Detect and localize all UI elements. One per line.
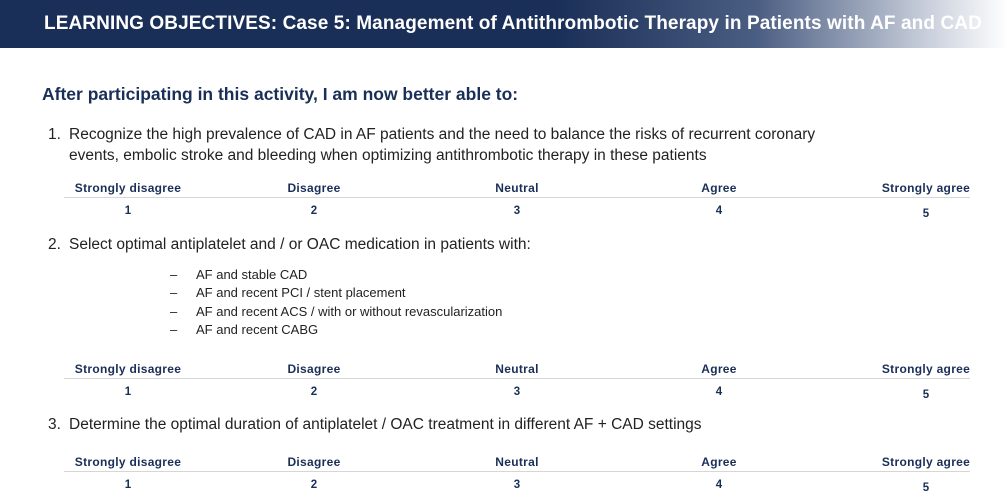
patient-setting-list: – AF and stable CAD – AF and recent PCI / … bbox=[170, 265, 502, 339]
objective-1: 1. Recognize the high prevalence of CAD … bbox=[48, 124, 869, 166]
objective-text: Select optimal antiplatelet and / or OAC… bbox=[69, 236, 531, 253]
rating-option-neutral[interactable]: Neutral bbox=[495, 181, 538, 195]
title-banner: LEARNING OBJECTIVES: Case 5: Management … bbox=[0, 0, 1008, 48]
rating-option-disagree[interactable]: Disagree bbox=[287, 181, 340, 195]
rating-value-4[interactable]: 4 bbox=[716, 479, 722, 491]
objective-text: Recognize the high prevalence of CAD in … bbox=[69, 126, 816, 164]
list-item: – AF and recent PCI / stent placement bbox=[170, 285, 406, 301]
rating-option-strongly-agree[interactable]: Strongly agree bbox=[882, 455, 970, 469]
rating-value-3[interactable]: 3 bbox=[514, 386, 520, 398]
rating-value-5[interactable]: 5 bbox=[923, 482, 929, 494]
rating-value-1[interactable]: 1 bbox=[125, 386, 131, 398]
rating-option-disagree[interactable]: Disagree bbox=[287, 362, 340, 376]
list-item: – AF and recent CABG bbox=[170, 322, 319, 338]
scale-divider bbox=[64, 378, 970, 379]
rating-option-disagree[interactable]: Disagree bbox=[287, 455, 340, 469]
rating-value-1[interactable]: 1 bbox=[125, 479, 131, 491]
rating-value-3[interactable]: 3 bbox=[514, 479, 520, 491]
rating-value-2[interactable]: 2 bbox=[311, 205, 317, 217]
objective-text: Determine the optimal duration of antipl… bbox=[69, 416, 702, 433]
objective-number: 3. bbox=[48, 416, 61, 433]
rating-option-agree[interactable]: Agree bbox=[701, 362, 737, 376]
rating-value-5[interactable]: 5 bbox=[923, 389, 929, 401]
dash-bullet: – bbox=[170, 322, 178, 338]
rating-option-strongly-disagree[interactable]: Strongly disagree bbox=[75, 181, 181, 195]
rating-option-strongly-disagree[interactable]: Strongly disagree bbox=[75, 362, 181, 376]
dash-bullet: – bbox=[170, 266, 178, 282]
dash-bullet: – bbox=[170, 303, 178, 319]
rating-value-4[interactable]: 4 bbox=[716, 205, 722, 217]
list-item: – AF and recent ACS / with or without rev… bbox=[170, 303, 503, 319]
rating-value-2[interactable]: 2 bbox=[311, 386, 317, 398]
rating-value-4[interactable]: 4 bbox=[716, 386, 722, 398]
objective-number: 1. bbox=[48, 126, 61, 143]
rating-scale-3: Strongly disagree Disagree Neutral Agree… bbox=[64, 455, 970, 495]
rating-option-neutral[interactable]: Neutral bbox=[495, 362, 538, 376]
rating-scale-1: Strongly disagree Disagree Neutral Agree… bbox=[64, 181, 970, 221]
dash-bullet: – bbox=[170, 285, 178, 301]
intro-heading: After participating in this activity, I … bbox=[42, 84, 519, 104]
rating-scale-2: Strongly disagree Disagree Neutral Agree… bbox=[64, 362, 970, 402]
rating-value-2[interactable]: 2 bbox=[311, 479, 317, 491]
list-item: – AF and stable CAD bbox=[170, 266, 308, 282]
objective-number: 2. bbox=[48, 236, 61, 253]
rating-option-neutral[interactable]: Neutral bbox=[495, 455, 538, 469]
rating-option-strongly-agree[interactable]: Strongly agree bbox=[882, 181, 970, 195]
rating-option-strongly-agree[interactable]: Strongly agree bbox=[882, 362, 970, 376]
scale-divider bbox=[64, 471, 970, 472]
rating-option-agree[interactable]: Agree bbox=[701, 455, 737, 469]
rating-value-1[interactable]: 1 bbox=[125, 205, 131, 217]
rating-option-strongly-disagree[interactable]: Strongly disagree bbox=[75, 455, 181, 469]
objective-2: 2. Select optimal antiplatelet and / or … bbox=[48, 234, 869, 255]
objective-3: 3. Determine the optimal duration of ant… bbox=[48, 414, 869, 435]
page-title: LEARNING OBJECTIVES: Case 5: Management … bbox=[44, 13, 982, 34]
rating-value-3[interactable]: 3 bbox=[514, 205, 520, 217]
rating-option-agree[interactable]: Agree bbox=[701, 181, 737, 195]
rating-value-5[interactable]: 5 bbox=[923, 208, 929, 220]
scale-divider bbox=[64, 197, 970, 198]
